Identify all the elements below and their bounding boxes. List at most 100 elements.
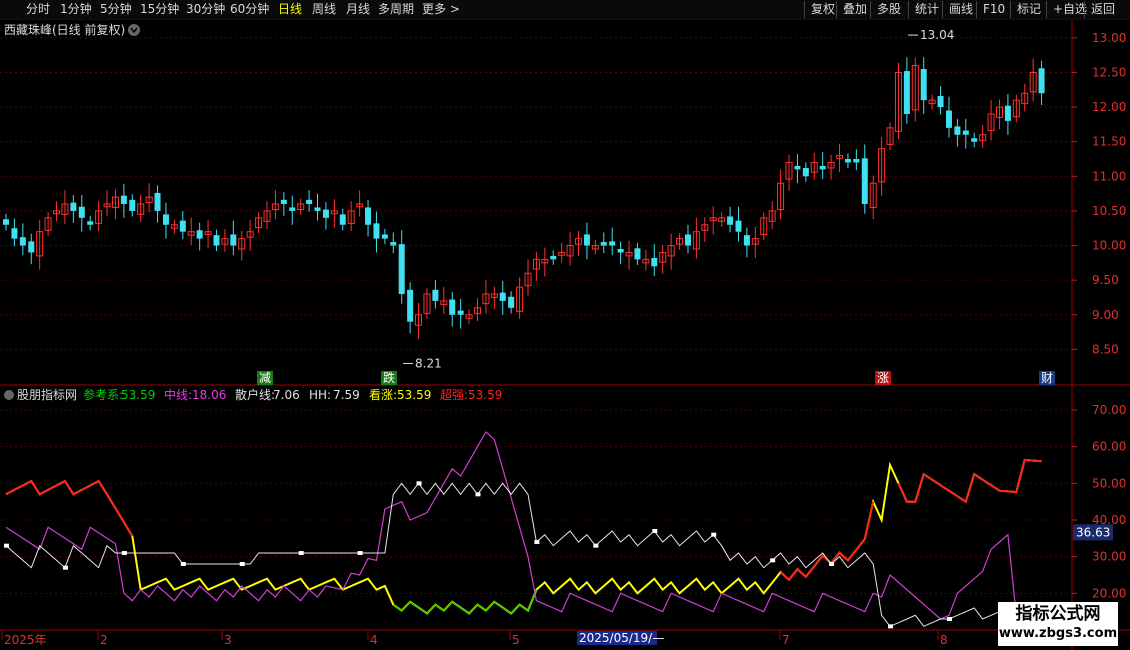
signal-label: 跌: [383, 370, 395, 385]
candle-body-down: [365, 207, 372, 225]
candle-body-down: [213, 235, 220, 246]
toolbar-item-6[interactable]: 日线: [278, 1, 302, 18]
signal-label: 涨: [877, 370, 889, 385]
x-axis-label: 2: [100, 633, 108, 647]
candle-body-down: [1004, 105, 1011, 121]
indicator-value: 7.06: [273, 388, 300, 402]
candle-body-down: [398, 244, 405, 294]
cursor-date-label: 2025/05/19/—: [579, 631, 664, 645]
candle-body-down: [381, 234, 388, 239]
candle-body-down: [70, 202, 77, 211]
candle-body-down: [432, 289, 439, 301]
candle-body-down: [550, 255, 557, 260]
indicator-value: 53.59: [468, 388, 502, 402]
candle-body-down: [322, 209, 329, 218]
candle-body-down: [600, 242, 607, 246]
indicator-name: 股朋指标网: [17, 387, 77, 402]
toolbar-right-item-8[interactable]: 返回: [1084, 1, 1115, 18]
x-axis-label: 3: [224, 633, 232, 647]
candle-body-down: [499, 292, 506, 301]
candle-body-down: [449, 299, 456, 315]
chevron-down-icon[interactable]: [4, 390, 14, 400]
candle-body-down: [962, 130, 969, 135]
indicator-tick-label: 60.00: [1092, 440, 1126, 454]
indicator-value: 53.59: [397, 388, 431, 402]
x-axis-label: 7: [782, 633, 790, 647]
candle-body-down: [903, 71, 910, 114]
low-price-label: 8.21: [415, 356, 442, 370]
candle-body-down: [945, 110, 952, 128]
hh-marker: [298, 551, 304, 555]
toolbar-right-item-0[interactable]: 复权: [804, 1, 835, 18]
candle-body-down: [390, 242, 397, 246]
watermark-title: 指标公式网: [1015, 604, 1101, 624]
candle-body-down: [819, 165, 826, 170]
toolbar-item-8[interactable]: 月线: [346, 1, 370, 18]
hh-marker: [357, 551, 363, 555]
toolbar-item-0[interactable]: 分时: [26, 1, 50, 18]
x-axis-label: 5: [512, 633, 520, 647]
watermark-url: www.zbgs3.com: [998, 626, 1118, 641]
current-value-label: 36.63: [1076, 525, 1110, 539]
hh-marker: [711, 532, 717, 537]
candle-body-down: [19, 237, 26, 246]
price-tick-label: 13.00: [1092, 31, 1126, 45]
toolbar-item-7[interactable]: 周线: [312, 1, 336, 18]
candle-body-down: [920, 69, 927, 101]
toolbar-right-item-2[interactable]: 多股: [870, 1, 901, 18]
price-tick-label: 10.00: [1092, 239, 1126, 253]
price-tick-label: 9.50: [1092, 273, 1119, 287]
toolbar-right-item-5[interactable]: F10: [976, 1, 1005, 18]
toolbar-item-10[interactable]: 更多 >: [422, 1, 460, 18]
chart-area[interactable]: 13.00 12.50 12.00 11.50 11.00 10.50 10.00 9.50 9…: [0, 20, 1130, 650]
strong-line: [5, 479, 134, 537]
hh-marker: [946, 617, 952, 621]
x-axis-label: 4: [370, 633, 378, 647]
candle-body-down: [861, 158, 868, 204]
toolbar-right-item-3[interactable]: 统计: [908, 1, 939, 18]
candle-body-down: [129, 199, 136, 211]
strong-line: [779, 501, 875, 582]
toolbar-item-4[interactable]: 30分钟: [186, 1, 225, 18]
hh-marker: [770, 558, 776, 563]
candle-body-down: [508, 296, 515, 308]
candle-body-down: [457, 310, 464, 315]
chart-svg[interactable]: 13.00 12.50 12.00 11.50 11.00 10.50 10.00 9.50 9…: [0, 20, 1130, 650]
toolbar-item-5[interactable]: 60分钟: [230, 1, 269, 18]
candle-body-down: [617, 249, 624, 253]
indicator-label: 中线:: [164, 387, 192, 402]
candle-body-down: [3, 219, 9, 225]
candle-body-down: [794, 165, 801, 170]
candle-body-down: [684, 234, 691, 246]
watermark: 指标公式网 www.zbgs3.com: [998, 602, 1118, 646]
hh-marker: [475, 492, 481, 497]
hh-marker: [534, 540, 540, 544]
x-axis-label: 2025年: [4, 633, 47, 647]
hh-marker: [888, 624, 894, 629]
chevron-down-icon[interactable]: [128, 24, 140, 36]
toolbar-item-1[interactable]: 1分钟: [60, 1, 92, 18]
price-tick-label: 12.50: [1092, 65, 1126, 79]
candle-body-down: [971, 138, 978, 142]
hh-marker: [416, 481, 422, 486]
candle-body-down: [179, 220, 186, 232]
toolbar-item-9[interactable]: 多周期: [378, 1, 414, 18]
candle-body-down: [162, 214, 169, 225]
candle-body-down: [735, 220, 742, 232]
toolbar-right-item-1[interactable]: 叠加: [836, 1, 867, 18]
hh-marker: [62, 565, 68, 570]
candle-body-down: [280, 199, 287, 204]
toolbar-item-3[interactable]: 15分钟: [140, 1, 179, 18]
toolbar-item-2[interactable]: 5分钟: [100, 1, 132, 18]
toolbar-right-item-6[interactable]: 标记: [1010, 1, 1041, 18]
hh-marker: [4, 543, 9, 548]
hh-marker: [180, 562, 186, 566]
indicator-tick-label: 50.00: [1092, 476, 1126, 490]
toolbar-right-item-4[interactable]: 画线: [942, 1, 973, 18]
retail-line: [5, 482, 1042, 627]
candle-body-down: [853, 159, 860, 163]
candle-body-down: [844, 159, 851, 163]
hh-marker: [829, 562, 835, 566]
toolbar-right-item-7[interactable]: +自选: [1046, 1, 1087, 18]
price-tick-label: 12.00: [1092, 100, 1126, 114]
